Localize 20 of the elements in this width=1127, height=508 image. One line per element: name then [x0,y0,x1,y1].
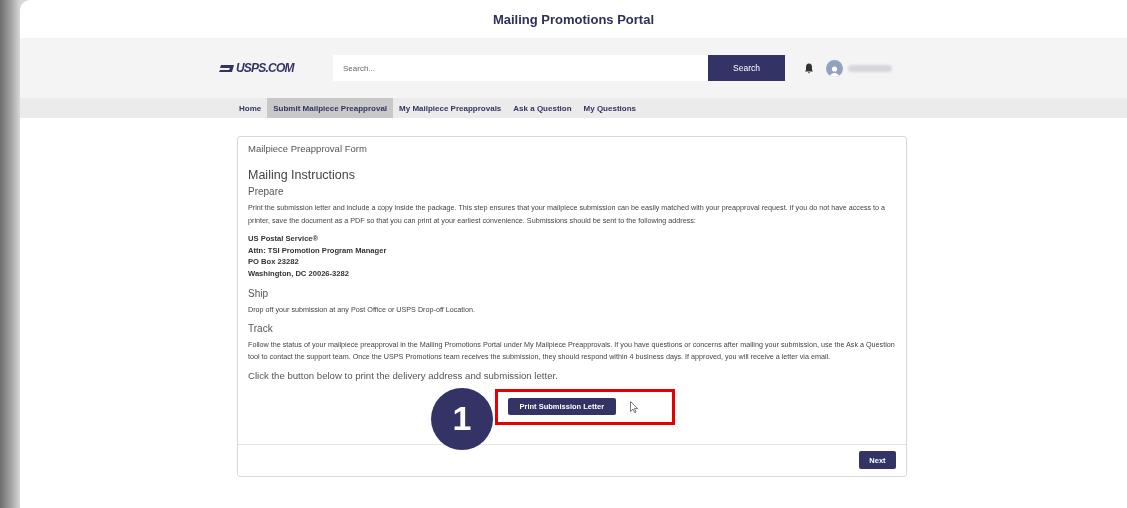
subsection-title: Ship [248,288,269,299]
search-button[interactable]: Search [708,55,785,81]
subsection-title: Track [248,322,274,334]
step-badge: 1 [431,387,493,450]
nav-tab[interactable]: Submit Mailpiece Preapproval [267,98,394,118]
section-heading: Mailing Instructions [248,168,356,182]
avatar-icon[interactable] [826,59,843,77]
cursor-icon [630,400,639,413]
instruction-text: Click the button below to print the delivery address and submission letter. [248,369,559,381]
subsection-title: Prepare [248,186,285,197]
search-field[interactable]: Search... [333,55,708,81]
logo-text[interactable]: USPS.COM [236,61,294,75]
nav-tab[interactable]: Ask a Question [507,98,578,118]
blurred-username [848,64,892,72]
nav-tab[interactable]: My Questions [577,98,642,118]
window-title: Mailing Promotions Portal [492,11,655,27]
nav-tab[interactable]: My Mailpiece Preapprovals [393,98,508,118]
nav-tab[interactable]: Home [233,98,268,118]
form-title: Mailpiece Preapproval Form [248,143,368,154]
bell-icon[interactable] [804,62,814,74]
